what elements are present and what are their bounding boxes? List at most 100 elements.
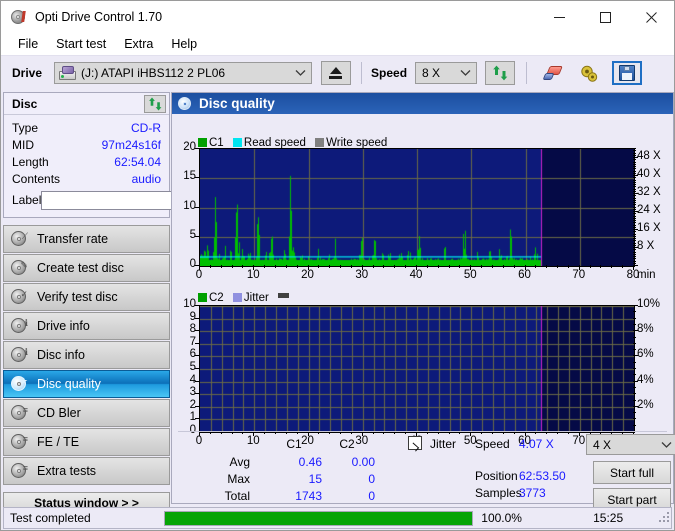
sidebar-item-verify-test-disc[interactable]: ✓ Verify test disc [3, 283, 170, 311]
legend-swatch-extra [278, 293, 290, 298]
c2-y2-minor-tick [633, 318, 636, 319]
sidebar-item-disc-quality[interactable]: ★ Disc quality [3, 370, 170, 398]
disc-refresh-button[interactable] [144, 94, 166, 113]
menu-bar: File Start test Extra Help [1, 33, 674, 55]
c1-y2-minor-tick [633, 227, 636, 228]
refresh-icon [492, 65, 507, 81]
disc-value: CD-R [131, 120, 161, 135]
eject-button[interactable] [321, 61, 352, 85]
left-sidebar: Disc Type CD-R MID 97m24s16f Length 62:5… [3, 92, 246, 514]
c1-y2-minor-tick [633, 153, 636, 154]
save-icon [619, 65, 636, 81]
maximize-icon[interactable] [582, 1, 628, 33]
toolbar-divider-1 [361, 62, 363, 84]
progress-bar-fill [164, 511, 473, 525]
window-title: Opti Drive Control 1.70 [35, 10, 163, 24]
c1-y2-tick-label: 16 X [637, 222, 661, 234]
c2-y2-minor-tick [633, 418, 636, 419]
c1-y2-minor-tick [633, 184, 636, 185]
disc-key: Contents [12, 171, 61, 186]
start-full-button[interactable]: Start full [593, 461, 671, 484]
progress-bar [163, 510, 474, 526]
disc-panel-header: Disc [4, 93, 169, 115]
jitter-checkbox[interactable] [408, 436, 422, 450]
menu-item-start-test[interactable]: Start test [47, 35, 115, 54]
erase-button[interactable] [538, 61, 568, 85]
menu-item-help[interactable]: Help [162, 35, 206, 54]
refresh-button[interactable] [485, 61, 516, 85]
page-title: Disc quality [199, 96, 275, 111]
disc-value: audio [131, 171, 161, 186]
c1-x-minor-tick [405, 265, 406, 268]
samples-readout-label: Samples [475, 486, 522, 500]
c1-x-minor-tick [329, 265, 330, 268]
sidebar-item-label: Verify test disc [37, 290, 118, 304]
resize-grip-icon[interactable] [659, 512, 671, 524]
c1-x-minor-tick [308, 265, 309, 270]
sidebar-item-fe-te[interactable]: ≡ FE / TE [3, 428, 170, 456]
c2-y2-minor-tick [633, 368, 636, 369]
menu-item-file[interactable]: File [9, 35, 47, 54]
c1-y2-minor-tick [633, 195, 636, 196]
minimize-icon[interactable] [536, 1, 582, 33]
stats-divider-top [178, 431, 667, 432]
sidebar-item-create-test-disc[interactable]: ✎ Create test disc [3, 254, 170, 282]
c1-y2-minor-tick [633, 247, 638, 248]
settings-button[interactable] [574, 61, 604, 85]
c1-y2-minor-tick [633, 225, 636, 226]
c1-x-minor-tick [427, 265, 428, 268]
c1-plot-area[interactable] [199, 148, 635, 267]
c2-y2-minor-tick [633, 355, 638, 356]
c1-y2-tick-label: 40 X [637, 168, 661, 180]
c1-y-tick [195, 148, 199, 149]
c2-plot-area[interactable] [199, 305, 635, 433]
c1-y-tick [195, 236, 199, 237]
c1-y2-minor-tick [633, 256, 636, 257]
c2-y-tick [195, 318, 199, 319]
c1-x-minor-tick [590, 265, 591, 268]
c1-y2-minor-tick [633, 220, 636, 221]
drive-label: Drive [12, 66, 43, 80]
sidebar-item-cd-bler[interactable]: ≡ CD Bler [3, 399, 170, 427]
chevron-down-icon [661, 442, 672, 448]
c1-y-tick-label: 5 [189, 228, 196, 241]
c1-x-tick-label: 10 [246, 269, 260, 281]
c1-x-minor-tick [383, 265, 384, 268]
c1-y2-minor-tick [633, 209, 636, 210]
c1-x-minor-tick [416, 265, 417, 270]
disc-panel-title: Disc [12, 96, 38, 111]
menu-item-extra[interactable]: Extra [115, 35, 162, 54]
c2-y-tick [195, 330, 199, 331]
close-icon[interactable] [628, 1, 674, 33]
legend-label-jitter: Jitter [243, 292, 269, 304]
test-speed-select[interactable]: 4 X [586, 434, 675, 455]
sidebar-item-transfer-rate[interactable]: ⟋ Transfer rate [3, 225, 170, 253]
speed-readout-value: 4.07 X [519, 437, 554, 451]
c1-y2-minor-tick [633, 148, 636, 149]
c1-y2-tick-label: 48 X [637, 150, 661, 162]
c2-y2-tick-label: 8% [637, 323, 654, 336]
c2-y-tick [195, 393, 199, 394]
c1-y2-minor-tick [633, 213, 636, 214]
window-controls [536, 1, 674, 33]
stats-value-total-c1: 1743 [295, 489, 322, 503]
drive-select[interactable]: (J:) ATAPI iHBS112 2 PL06 [54, 62, 313, 84]
sidebar-item-extra-tests[interactable]: ≡ Extra tests [3, 457, 170, 485]
sidebar-item-drive-info[interactable]: ℹ Drive info [3, 312, 170, 340]
speed-select[interactable]: 8 X [415, 62, 478, 84]
c1-y2-minor-tick [633, 263, 636, 264]
c1-y2-minor-tick [633, 157, 638, 158]
disc-label-row: Label [12, 188, 246, 212]
c1-x-minor-tick [373, 265, 374, 268]
legend-swatch-c2 [198, 293, 207, 302]
progress-percent: 100.0% [481, 511, 522, 525]
c1-x-minor-tick [600, 265, 601, 268]
eject-icon [328, 66, 344, 80]
sidebar-item-disc-info[interactable]: ℹ Disc info [3, 341, 170, 369]
main-panel: Disc quality C1 Read speed Write speed 0… [171, 92, 675, 511]
speed-label: Speed [371, 66, 408, 80]
save-button[interactable] [612, 61, 643, 85]
stats-row-label-max: Max [227, 472, 250, 486]
disc-icon: ≡ [11, 434, 28, 450]
c2-y-tick [195, 355, 199, 356]
